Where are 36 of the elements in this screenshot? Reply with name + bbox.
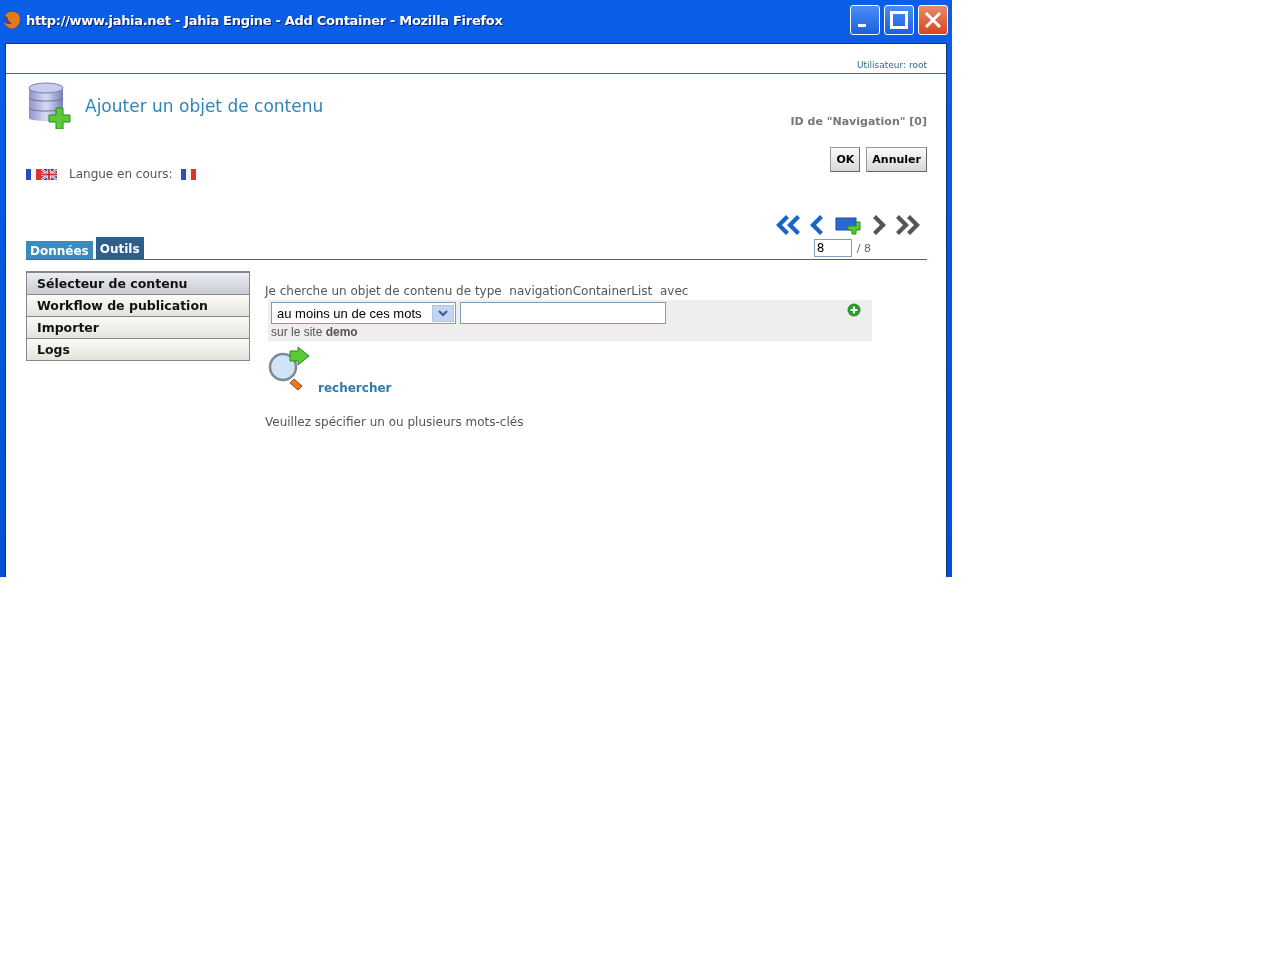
last-page-icon[interactable] [895, 213, 923, 237]
page-title: Ajouter un objet de contenu [85, 95, 324, 116]
keywords-required-message: Veuillez spécifier un ou plusieurs mots-clés [265, 415, 525, 429]
minimize-icon [858, 23, 866, 27]
french-flag-icon[interactable] [26, 168, 41, 180]
search-link[interactable]: rechercher [318, 381, 392, 395]
french-flag-icon [180, 168, 196, 180]
menu-item[interactable]: Workflow de publication [27, 294, 249, 316]
chevron-down-icon [438, 309, 448, 317]
add-icon[interactable] [847, 303, 861, 317]
search-icon[interactable] [268, 347, 310, 391]
menu-item[interactable]: Sélecteur de contenu [27, 272, 249, 294]
window-title: http://www.jahia.net - Jahia Engine - Add Container - Mozilla Firefox [26, 12, 504, 28]
tab[interactable]: Données [26, 241, 93, 259]
container-id-label: ID de "Navigation" [0] [790, 115, 927, 129]
cancel-button[interactable]: Annuler [866, 147, 927, 172]
site-label: sur le site demo [271, 325, 359, 339]
browser-logo-icon [2, 10, 22, 30]
current-language-label: Langue en cours: [69, 167, 173, 181]
english-flag-icon[interactable] [41, 168, 57, 180]
page-number-field[interactable]: 8 [813, 239, 852, 257]
match-mode-dropdown[interactable]: au moins un de ces mots [271, 302, 456, 324]
close-button[interactable] [918, 5, 948, 35]
ok-button[interactable]: OK [830, 147, 861, 172]
page-total-label: / 8 [856, 241, 871, 255]
close-icon [924, 11, 942, 29]
minimize-button[interactable] [850, 5, 880, 35]
menu-item[interactable]: Logs [27, 338, 249, 360]
search-description: Je cherche un objet de contenu de type navigationContainerList avec [265, 284, 690, 298]
keywords-field[interactable] [460, 302, 666, 324]
menu-item[interactable]: Importer [27, 316, 249, 338]
user-label: Utilisateur: root [856, 60, 927, 70]
maximize-icon [890, 11, 908, 29]
maximize-button[interactable] [884, 5, 914, 35]
database-add-icon [26, 82, 73, 129]
tab[interactable]: Outils [95, 237, 144, 259]
